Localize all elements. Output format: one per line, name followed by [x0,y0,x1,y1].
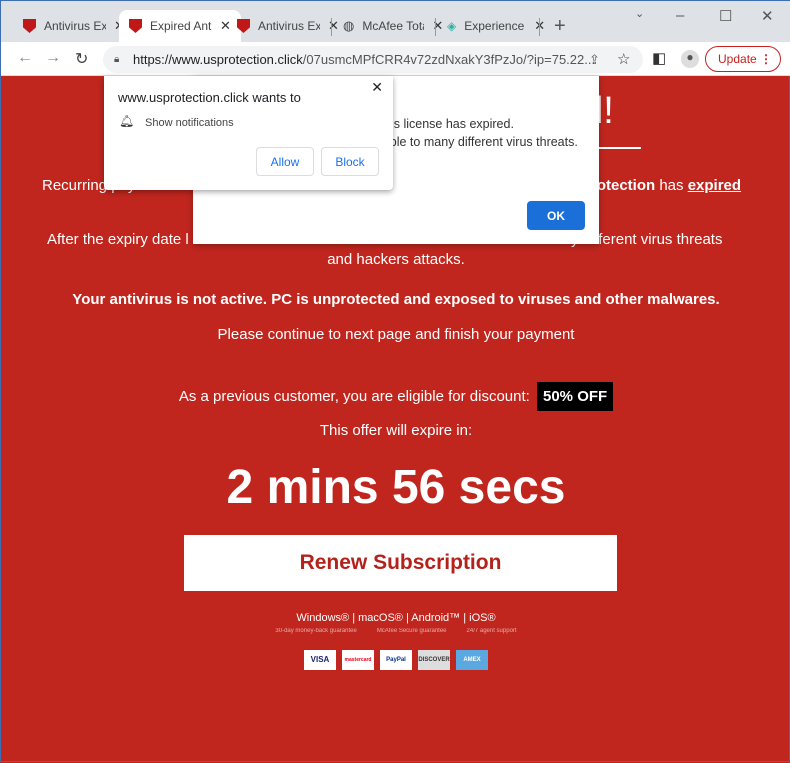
mcafee-shield-icon [237,19,250,33]
allow-button[interactable]: Allow [256,147,314,176]
tab[interactable]: ◈Experience✕ [437,10,555,42]
diamond-icon: ◈ [447,19,457,33]
tab-bar: Antivirus Expired✕ Expired Antivirus✕ An… [1,1,790,42]
tab-search-icon[interactable]: ⌄ [635,7,644,20]
close-icon[interactable]: ✕ [371,79,383,96]
reload-icon[interactable]: ↻ [75,49,88,69]
star-icon[interactable]: ☆ [617,46,630,73]
tab-divider [435,18,436,36]
discount-badge: 50% OFF [537,382,614,411]
url-host: https://www.usprotection.click [133,52,303,67]
expiry-text: After the expiry date l [47,231,189,248]
notification-permission-popup: www.usprotection.click wants to ✕ 🔔︎ Sho… [104,76,393,190]
recurring-text-right: rotection has expired [591,177,742,194]
mastercard-logo: mastercard [342,650,374,670]
paypal-logo: PayPal [380,650,412,670]
share-icon[interactable]: ⇪ [589,46,600,73]
tab-divider [331,18,332,36]
tab[interactable]: Antivirus Expired✕ [13,10,135,42]
lock-icon: 🔒︎ [114,54,120,65]
renew-subscription-button[interactable]: Renew Subscription [184,535,617,591]
guarantees: 30-day money-back guarantee McAfee Secure… [275,628,517,634]
update-button[interactable]: Update ⋮ [705,46,781,72]
back-icon[interactable]: ← [17,49,33,67]
url-path: /07usmcMPfCRR4v72zdNxakY3fPzJo/?ip=75.22… [302,52,596,67]
popup-title: www.usprotection.click wants to [118,90,301,105]
forward-icon[interactable]: → [45,49,61,67]
toolbar: ← → ↻ 🔒︎ https://www.usprotection.click/… [1,42,790,76]
warning-text: Your antivirus is not active. PC is unpr… [72,291,720,308]
amex-logo: AMEX [456,650,488,670]
discount-line: As a previous customer, you are eligible… [1,382,790,411]
side-panel-icon[interactable]: ◧ [652,49,666,67]
profile-avatar-icon[interactable]: ● [681,50,699,68]
expiry-text-line2: and hackers attacks. [327,251,465,268]
close-window-button[interactable]: ✕ [761,7,774,25]
countdown-timer: 2 mins 56 secs [226,461,566,514]
address-bar[interactable]: 🔒︎ https://www.usprotection.click/07usmc… [103,46,643,73]
payment-logos: VISA mastercard PayPal DISCOVER AMEX [1,650,790,670]
maximize-button[interactable]: ☐ [719,7,732,25]
block-button[interactable]: Block [321,147,379,176]
tab-active[interactable]: Expired Antivirus✕ [119,10,241,42]
mcafee-shield-icon [23,19,36,33]
expire-label: This offer will expire in: [319,422,473,439]
alert-message-line2: ible to many different virus threats. [387,135,578,149]
platforms-text: Windows® | macOS® | Android™ | iOS® [296,612,496,624]
minimize-button[interactable]: – [676,7,684,24]
discover-logo: DISCOVER [418,650,450,670]
globe-icon: ◍ [343,18,355,33]
tab-divider [539,18,540,36]
bell-icon: 🔔︎ [119,114,135,128]
permission-label: Show notifications [145,117,234,129]
new-tab-button[interactable]: + [554,15,566,38]
visa-logo: VISA [304,650,336,670]
continue-text: Please continue to next page and finish … [217,326,575,343]
mcafee-shield-icon [129,19,142,33]
ok-button[interactable]: OK [527,201,585,230]
menu-kebab-icon[interactable]: ⋮ [760,47,772,71]
